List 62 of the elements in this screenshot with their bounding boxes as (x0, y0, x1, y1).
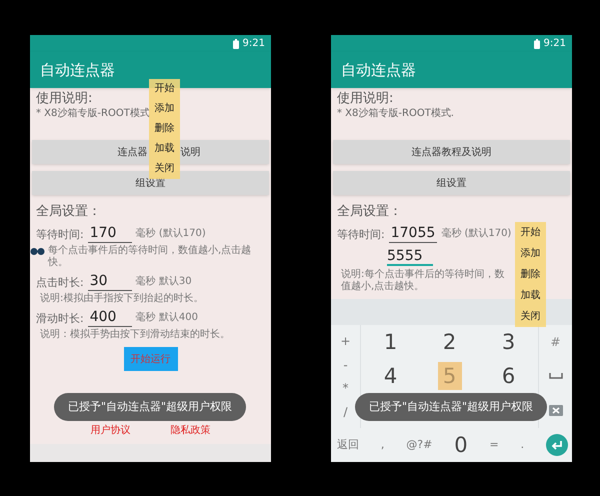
section-title: 全局设置： (36, 203, 102, 221)
value-field[interactable]: 400 (88, 308, 132, 327)
digit-key[interactable]: 0 (454, 433, 468, 457)
floating-menu-item[interactable]: 添加 (520, 248, 540, 260)
symbol-key[interactable]: - (343, 358, 348, 372)
floating-menu-item[interactable]: 开始 (154, 83, 174, 95)
instructions-heading: 使用说明: (36, 91, 92, 107)
toast-message: 已授予"自动连点器"超级用户权限 (54, 393, 246, 421)
backspace-icon (548, 404, 562, 416)
note-text: 说明：模拟手势由按下到滑动结束的时长。 (40, 329, 230, 341)
floating-menu-item[interactable]: 删除 (520, 268, 540, 280)
floating-menu-item[interactable]: 添加 (154, 103, 174, 115)
setting-label: 滑动时长: (36, 310, 84, 326)
glasses-icon (30, 247, 45, 256)
menu-button[interactable]: 组设置 (32, 171, 269, 195)
setting-label: 等待时间: (337, 226, 385, 242)
floating-menu-item[interactable]: 开始 (520, 226, 540, 238)
symbol-key[interactable]: @?# (406, 436, 432, 454)
digit-key[interactable]: 2 (438, 328, 462, 356)
enter-icon (546, 434, 568, 456)
floating-menu-item[interactable]: 加载 (520, 290, 540, 302)
status-time: 9:21 (242, 37, 265, 51)
instructions-text: * X8沙箱专版-ROOT模式. (337, 107, 454, 120)
symbol-key[interactable]: . (520, 436, 524, 454)
floating-menu-item[interactable]: 关闭 (520, 310, 540, 322)
digit-key[interactable]: 6 (496, 362, 520, 390)
unit-text: 毫秒 (默认170) (136, 226, 206, 241)
value-field[interactable]: 30 (88, 272, 132, 291)
battery-icon (232, 38, 239, 48)
section-title: 全局设置： (337, 203, 403, 221)
symbol-key[interactable]: / (343, 405, 348, 420)
app-title: 自动连点器 (341, 60, 416, 81)
note-text: 说明:每个点击事件后的等待时间，数值越小,点击越快。 (341, 269, 506, 293)
symbol-key[interactable]: = (490, 436, 499, 454)
digit-key[interactable]: 3 (496, 328, 520, 356)
battery-icon (534, 38, 540, 48)
value-field[interactable]: 170 (88, 224, 132, 243)
symbol-key[interactable]: 返回 (337, 436, 359, 454)
digit-key[interactable]: 4 (378, 362, 402, 390)
note-text: 说明:模拟由手指按下到抬起的时长。 (40, 293, 204, 305)
instructions-heading: 使用说明: (337, 91, 394, 107)
app-title: 自动连点器 (40, 60, 115, 81)
floating-menu-item[interactable]: 删除 (154, 123, 174, 135)
menu-button[interactable]: 组设置 (333, 171, 570, 195)
footer-link[interactable]: 用户协议 (90, 423, 130, 438)
symbol-key[interactable]: , (380, 436, 384, 454)
digit-key[interactable]: 1 (378, 328, 402, 356)
input-field[interactable]: 5555 (387, 248, 433, 266)
symbol-key[interactable]: + (340, 334, 351, 348)
unit-text: 毫秒 默认30 (136, 274, 192, 289)
value-field[interactable]: 17055 (388, 224, 438, 243)
setting-label: 点击时长: (36, 274, 84, 290)
setting-label: 等待时间: (36, 226, 84, 242)
menu-button[interactable]: 连点器教程及说明 (333, 140, 570, 164)
note-text: 每个点击事件后的等待时间，数值越小,点击越快。 (48, 245, 252, 269)
unit-text: 毫秒 (默认170) (441, 226, 512, 241)
toast-message: 已授予"自动连点器"超级用户权限 (355, 393, 547, 421)
footer-link[interactable]: 隐私政策 (170, 423, 210, 438)
space-key-icon (548, 373, 562, 379)
status-time: 9:21 (544, 37, 566, 51)
unit-text: 毫秒 默认400 (136, 310, 198, 325)
symbol-key[interactable]: * (342, 381, 348, 396)
